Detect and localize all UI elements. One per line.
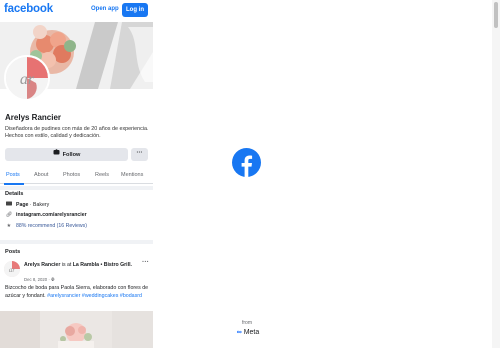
post-text: Bizcocho de boda para Paola Sierra, elab… <box>5 285 149 299</box>
hashtag[interactable]: #arelysrancier <box>47 293 80 299</box>
profile-tabs: Posts About Photos Reels Mentions <box>0 168 153 184</box>
detail-recommend[interactable]: ★ 88% recommend (16 Reviews) <box>5 223 87 229</box>
tab-reels[interactable]: Reels <box>95 172 109 178</box>
hashtag[interactable]: #weddingcakes <box>82 293 119 299</box>
post-date[interactable]: Dec 8, 2020 <box>24 277 47 282</box>
post-menu-button[interactable]: ··· <box>142 259 149 266</box>
post-image[interactable] <box>0 311 153 348</box>
scrollbar-track[interactable] <box>492 0 500 348</box>
svg-text:ar: ar <box>20 71 35 88</box>
top-bar: facebook Open app Log in <box>0 0 153 22</box>
facebook-logo[interactable]: facebook <box>4 3 53 15</box>
follow-button[interactable]: Follow <box>5 148 128 161</box>
meta-infinity-icon: ∞ <box>236 329 242 336</box>
posts-heading: Posts <box>5 249 21 255</box>
facebook-icon <box>232 148 261 177</box>
page-name: Arelys Rancier <box>5 113 62 122</box>
link-icon: 🔗︎ <box>5 212 13 218</box>
hashtag[interactable]: #bodasrd <box>120 293 142 299</box>
login-button[interactable]: Log in <box>122 3 148 17</box>
more-options-button[interactable]: ··· <box>131 148 148 161</box>
follow-icon <box>53 148 60 161</box>
avatar-logo: ar <box>6 57 48 99</box>
open-app-link[interactable]: Open app <box>91 6 119 12</box>
post-author[interactable]: Arelys Rancier <box>24 262 60 268</box>
section-divider <box>0 240 153 244</box>
active-tab-indicator <box>4 183 24 185</box>
mobile-page-column: facebook Open app Log in ar Arelys Ranci… <box>0 0 153 348</box>
svg-text:ar: ar <box>9 266 16 274</box>
tab-posts[interactable]: Posts <box>6 172 20 178</box>
tab-mentions[interactable]: Mentions <box>121 172 143 178</box>
page-bio: Diseñadora de pudines con más de 20 años… <box>5 126 149 140</box>
profile-avatar[interactable]: ar <box>4 55 50 101</box>
cake-photo <box>0 311 153 348</box>
tab-about[interactable]: About <box>34 172 48 178</box>
section-divider <box>0 186 153 190</box>
flag-icon <box>5 201 13 208</box>
globe-icon: 🌐︎ <box>51 277 55 282</box>
post-meta: Dec 8, 2020 · 🌐︎ <box>24 277 55 282</box>
post-location[interactable]: La Rambla • Bistro Grill. <box>73 262 132 268</box>
meta-wordmark: Meta <box>243 329 260 336</box>
post-header: Arelys Rancier is at La Rambla • Bistro … <box>24 262 132 268</box>
follow-label: Follow <box>62 151 81 158</box>
detail-page-category: Page · Bakery <box>5 201 49 208</box>
from-label: from <box>242 320 252 326</box>
post-author-avatar[interactable]: ar <box>4 261 20 277</box>
scrollbar-thumb[interactable] <box>494 2 498 28</box>
star-icon: ★ <box>6 223 12 229</box>
detail-instagram[interactable]: 🔗︎ instagram.com/arelysrancier <box>5 212 87 218</box>
tab-photos[interactable]: Photos <box>63 172 80 178</box>
meta-logo: ∞ Meta <box>230 329 266 336</box>
details-heading: Details <box>5 191 24 197</box>
